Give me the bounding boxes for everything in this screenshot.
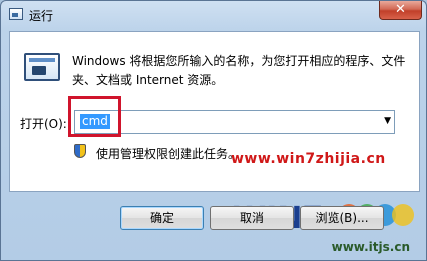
watermark-url: www.win7zhijia.cn	[231, 151, 386, 167]
description-text: Windows 将根据您所输入的名称，为您打开相应的程序、文件夹、文档或 Int…	[72, 54, 406, 87]
window-title: 运行	[29, 9, 54, 23]
uac-shield-icon	[74, 144, 86, 158]
browse-button[interactable]: 浏览(B)...	[300, 206, 384, 230]
ok-button[interactable]: 确定	[120, 206, 204, 230]
logo-orb-yellow	[392, 204, 414, 226]
admin-note: 使用管理权限创建此任务。	[96, 147, 241, 161]
open-label: 打开(O):	[20, 117, 67, 131]
run-dialog: 运行 ✕ Windows 将根据您所输入的名称，为您打开相应的程序、文件夹、文档…	[0, 0, 427, 261]
cancel-button[interactable]: 取消	[210, 206, 294, 230]
close-button[interactable]: ✕	[379, 1, 422, 20]
run-program-icon	[24, 53, 60, 81]
title-bar[interactable]: 运行 ✕	[1, 1, 427, 29]
run-app-icon	[9, 8, 23, 20]
command-input[interactable]: cmd ▼	[74, 110, 395, 134]
dialog-content: Windows 将根据您所输入的名称，为您打开相应的程序、文件夹、文档或 Int…	[9, 31, 420, 192]
watermark-site: www.itjs.cn	[331, 240, 410, 254]
dropdown-arrow-icon[interactable]: ▼	[384, 116, 391, 126]
annotation-highlight-box	[68, 96, 121, 137]
